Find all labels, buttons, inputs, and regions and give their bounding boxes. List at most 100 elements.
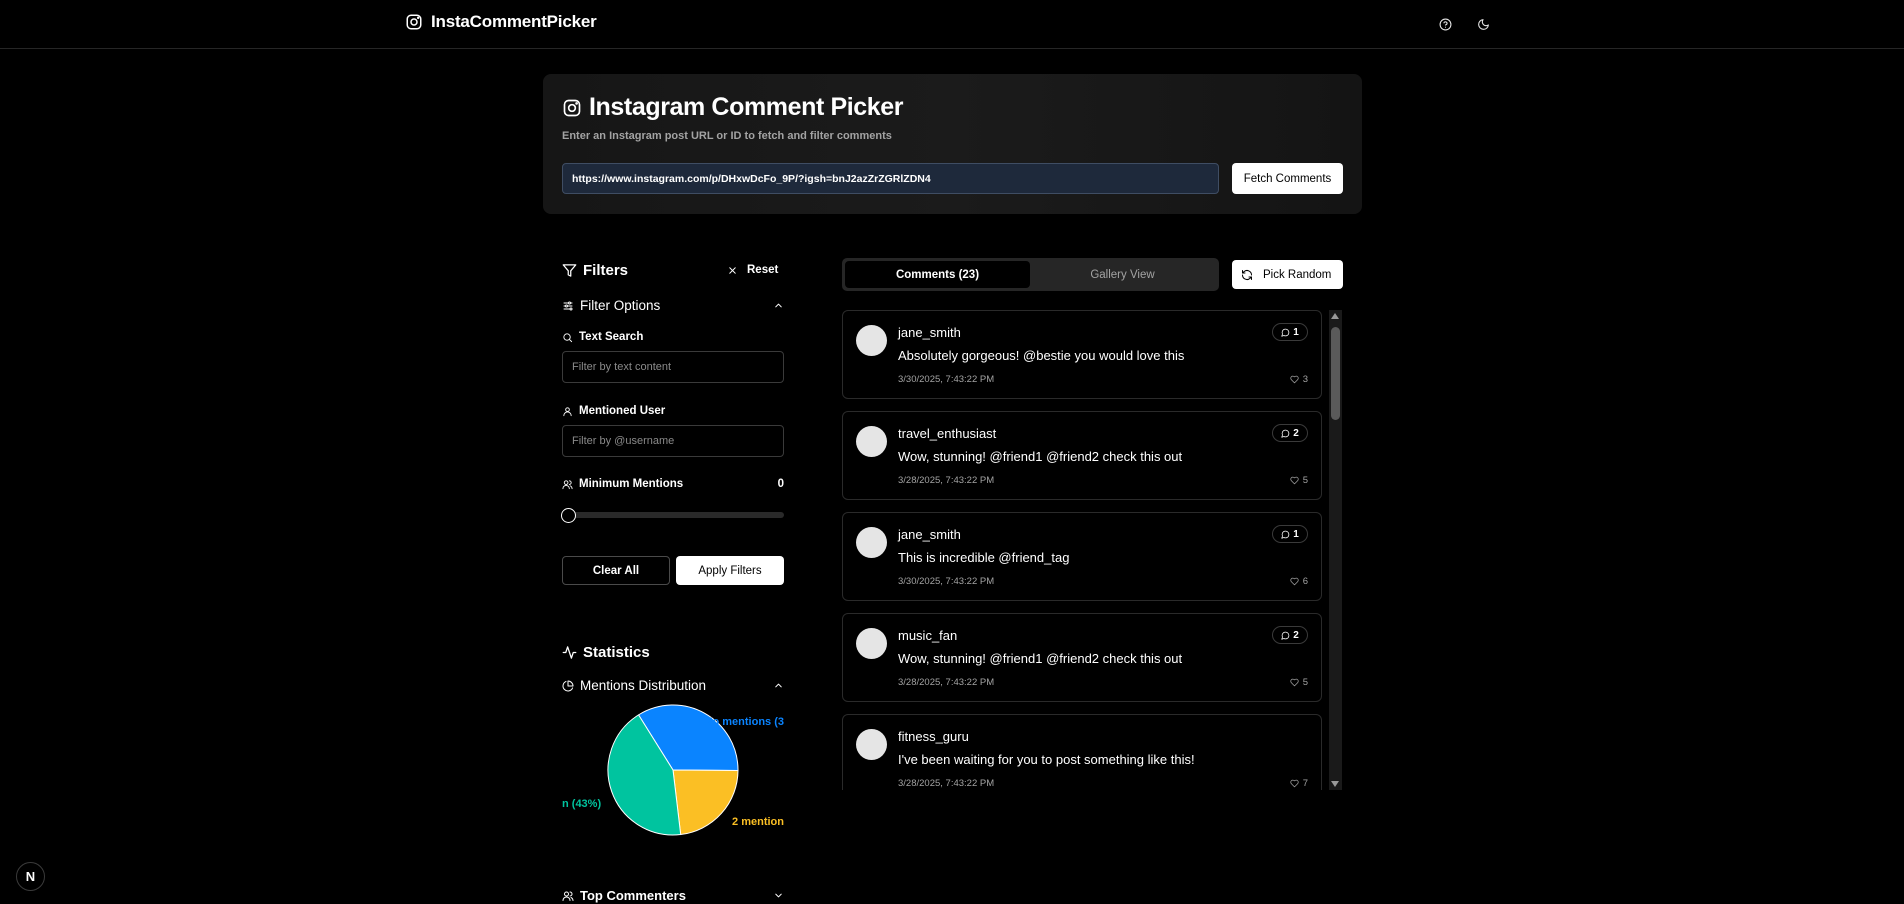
- user-icon: [563, 406, 572, 416]
- brand-name: InstaCommentPicker: [431, 12, 597, 31]
- page-title: Instagram Comment Picker: [562, 93, 904, 122]
- mentions-count: 2: [1293, 629, 1299, 641]
- users-icon: [562, 479, 573, 489]
- minimum-mentions-slider[interactable]: [561, 508, 784, 523]
- pick-random-button[interactable]: Pick Random: [1232, 260, 1343, 289]
- view-tabs: Comments (23) Gallery View: [842, 258, 1219, 291]
- filter-icon: [562, 264, 577, 277]
- pick-random-label: Pick Random: [1263, 268, 1332, 281]
- message-circle-icon: [1281, 328, 1290, 337]
- filters-header: Filters: [562, 262, 628, 279]
- likes-value: 5: [1302, 677, 1308, 688]
- statistics-header: Statistics: [562, 644, 650, 661]
- tab-gallery-view[interactable]: Gallery View: [1030, 261, 1215, 288]
- apply-filters-button[interactable]: Apply Filters: [676, 556, 784, 585]
- help-button[interactable]: [1433, 12, 1457, 36]
- likes-value: 6: [1302, 576, 1308, 587]
- tab-comments[interactable]: Comments (23): [845, 261, 1030, 288]
- minimum-mentions-label: Minimum Mentions: [562, 478, 683, 490]
- message-circle-icon: [1281, 530, 1290, 539]
- comments-list: jane_smith Absolutely gorgeous! @bestie …: [842, 310, 1322, 790]
- likes-count: 6: [1290, 576, 1308, 587]
- likes-count: 5: [1290, 677, 1308, 688]
- pie-chart-icon: [562, 680, 574, 691]
- heart-icon: [1290, 476, 1299, 485]
- moon-icon: [1477, 18, 1489, 30]
- comment-username[interactable]: jane_smith: [898, 325, 961, 340]
- comment-username[interactable]: music_fan: [898, 628, 957, 643]
- comment-timestamp: 3/28/2025, 7:43:22 PM: [898, 475, 995, 486]
- likes-count: 5: [1290, 475, 1308, 486]
- slider-thumb[interactable]: [561, 508, 576, 523]
- dev-tools-badge[interactable]: N: [16, 862, 45, 891]
- brand[interactable]: InstaCommentPicker: [405, 12, 597, 32]
- sliders-icon: [563, 301, 573, 310]
- comment-card[interactable]: travel_enthusiast Wow, stunning! @friend…: [842, 411, 1322, 500]
- refresh-icon: [1242, 269, 1252, 280]
- comment-timestamp: 3/30/2025, 7:43:22 PM: [898, 374, 995, 385]
- mentions-distribution-toggle[interactable]: Mentions Distribution: [562, 678, 784, 693]
- comment-username[interactable]: travel_enthusiast: [898, 426, 996, 441]
- comment-card[interactable]: jane_smith Absolutely gorgeous! @bestie …: [842, 310, 1322, 399]
- chevron-up-icon: [775, 683, 782, 688]
- avatar: [856, 325, 887, 356]
- page-description: Enter an Instagram post URL or ID to fet…: [562, 130, 892, 142]
- comment-card[interactable]: jane_smith This is incredible @friend_ta…: [842, 512, 1322, 601]
- filter-options-label: Filter Options: [580, 298, 661, 313]
- mentions-count: 2: [1293, 427, 1299, 439]
- likes-value: 3: [1302, 374, 1308, 385]
- top-commenters-toggle[interactable]: Top Commenters: [562, 888, 784, 903]
- comment-timestamp: 3/28/2025, 7:43:22 PM: [898, 677, 995, 688]
- close-icon: [729, 266, 736, 274]
- message-circle-icon: [1281, 631, 1290, 640]
- instagram-icon: [563, 99, 581, 116]
- chevron-down-icon: [775, 893, 782, 898]
- comment-username[interactable]: fitness_guru: [898, 729, 969, 744]
- statistics-title: Statistics: [583, 644, 650, 661]
- minimum-mentions-value: 0: [777, 478, 784, 490]
- minimum-mentions-label-text: Minimum Mentions: [579, 478, 684, 490]
- scroll-down-arrow[interactable]: [1331, 781, 1339, 787]
- scroll-thumb[interactable]: [1331, 327, 1340, 420]
- comment-card[interactable]: fitness_guru I've been waiting for you t…: [842, 714, 1322, 790]
- page-title-text: Instagram Comment Picker: [589, 93, 904, 121]
- mentions-count: 1: [1293, 528, 1299, 540]
- comment-timestamp: 3/30/2025, 7:43:22 PM: [898, 576, 995, 587]
- pie-slice-label: n (43%): [562, 798, 601, 810]
- avatar: [856, 729, 887, 760]
- theme-toggle-button[interactable]: [1471, 12, 1495, 36]
- pie-slice-label: 2 mention: [732, 816, 784, 828]
- text-search-input[interactable]: [562, 351, 784, 383]
- mentions-distribution-label: Mentions Distribution: [580, 678, 707, 693]
- comments-scrollbar[interactable]: [1329, 310, 1342, 790]
- comment-text: Absolutely gorgeous! @bestie you would l…: [898, 348, 1185, 363]
- heart-icon: [1290, 375, 1299, 384]
- comment-text: I've been waiting for you to post someth…: [898, 752, 1195, 767]
- heart-icon: [1290, 678, 1299, 687]
- text-search-label-text: Text Search: [579, 331, 644, 343]
- heart-icon: [1290, 577, 1299, 586]
- mentions-count: 1: [1293, 326, 1299, 338]
- pie-slice[interactable]: [672, 769, 739, 836]
- reset-button[interactable]: Reset: [727, 264, 778, 276]
- filter-options-toggle[interactable]: Filter Options: [562, 298, 784, 313]
- comment-text: Wow, stunning! @friend1 @friend2 check t…: [898, 651, 1183, 666]
- comment-username[interactable]: jane_smith: [898, 527, 961, 542]
- mentions-badge: 2: [1272, 626, 1308, 644]
- top-nav: InstaCommentPicker: [0, 0, 1904, 49]
- comment-text: Wow, stunning! @friend1 @friend2 check t…: [898, 449, 1183, 464]
- mentioned-user-input[interactable]: [562, 425, 784, 457]
- top-commenters-label: Top Commenters: [580, 888, 686, 903]
- fetch-card: Instagram Comment Picker Enter an Instag…: [543, 74, 1362, 214]
- likes-value: 7: [1302, 778, 1308, 789]
- fetch-comments-button[interactable]: Fetch Comments: [1232, 163, 1343, 194]
- comment-card[interactable]: music_fan Wow, stunning! @friend1 @frien…: [842, 613, 1322, 702]
- heart-icon: [1290, 779, 1299, 788]
- clear-all-button[interactable]: Clear All: [562, 556, 670, 585]
- message-circle-icon: [1281, 429, 1290, 438]
- scroll-up-arrow[interactable]: [1331, 313, 1339, 319]
- chevron-up-icon: [775, 303, 782, 308]
- post-url-input[interactable]: [562, 163, 1219, 194]
- mentions-badge: 2: [1272, 424, 1308, 442]
- filters-title: Filters: [583, 262, 629, 279]
